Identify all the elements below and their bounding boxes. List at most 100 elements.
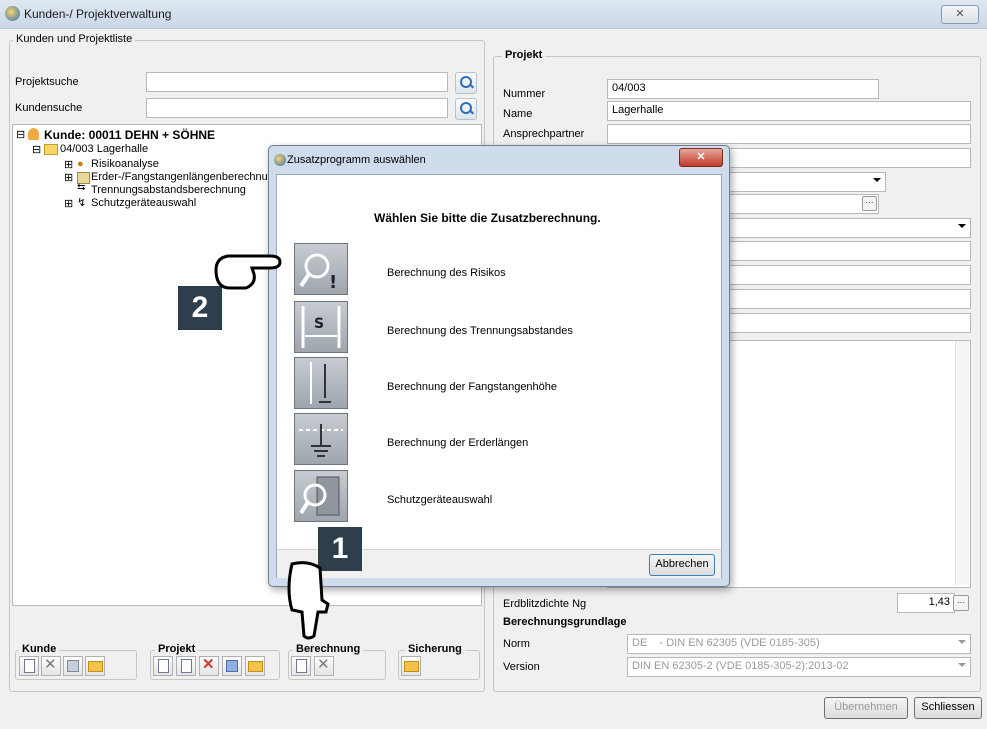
risk-icon[interactable]: ! [294, 243, 348, 295]
save-icon [67, 660, 79, 672]
pointing-hand-right-icon [210, 244, 290, 296]
tree-expander[interactable]: ⊞ [64, 158, 73, 171]
tree-item-risikoanalyse[interactable]: Risikoanalyse [91, 158, 159, 170]
kunde-toolbar-label: Kunde [19, 643, 60, 655]
new-document-icon [158, 659, 169, 673]
nummer-label: Nummer [503, 88, 546, 100]
new-document-icon [296, 659, 307, 673]
separation-icon: ⇆ [77, 182, 86, 193]
tree-project[interactable]: 04/003 Lagerhalle [60, 143, 148, 155]
tree-expander[interactable]: ⊞ [64, 171, 73, 184]
svg-text:S: S [314, 316, 324, 332]
option-earth-electrode[interactable]: Berechnung der Erderlängen [387, 437, 528, 449]
save-project-button[interactable] [222, 656, 242, 676]
name-field[interactable]: Lagerhalle [607, 101, 971, 121]
name-label: Name [503, 108, 533, 120]
surge-protection-icon: ↯ [77, 197, 87, 209]
tree-expander[interactable]: ⊞ [64, 197, 73, 210]
version-value: DIN EN 62305-2 (VDE 0185-305-2):2013-02 [632, 660, 849, 672]
notes-scrollbar[interactable] [955, 341, 969, 585]
svg-text:!: ! [329, 272, 337, 293]
tree-expander[interactable]: ⊟ [16, 128, 25, 141]
tree-item-trennung[interactable]: Trennungsabstandsberechnung [91, 184, 246, 196]
app-icon [274, 154, 286, 166]
ellipsis-button[interactable]: ··· [862, 196, 877, 211]
protection-device-icon[interactable] [294, 470, 348, 522]
erdblitzdichte-value: 1,43 [928, 596, 950, 608]
new-project-button[interactable] [153, 656, 173, 676]
tree-item-erder[interactable]: Erder-/Fangstangenlängenberechnu [91, 171, 268, 183]
chevron-down-icon [958, 640, 966, 644]
customer-project-list-label: Kunden und Projektliste [13, 33, 136, 45]
option-protection-device[interactable]: Schutzgeräteauswahl [387, 494, 492, 506]
chevron-down-icon [958, 663, 966, 667]
folder-open-icon [248, 661, 263, 672]
new-document-icon [24, 659, 35, 673]
separation-distance-icon[interactable]: S [294, 301, 348, 353]
customer-icon [28, 128, 39, 140]
pointing-hand-down-icon [278, 560, 338, 640]
app-icon [5, 6, 20, 21]
save-customer-button[interactable] [63, 656, 83, 676]
earth-electrode-icon[interactable] [294, 413, 348, 465]
select-addon-dialog: Zusatzprogramm auswählen ✕ Wählen Sie bi… [268, 145, 730, 587]
tree-expander[interactable]: ⊟ [32, 143, 41, 156]
backup-folder-icon [404, 661, 419, 672]
new-customer-button[interactable] [19, 656, 39, 676]
dialog-body: Wählen Sie bitte die Zusatzberechnung. !… [276, 174, 722, 578]
folder-icon [44, 144, 58, 155]
ansprechpartner-field[interactable] [607, 124, 971, 144]
tree-item-schutzgeraete[interactable]: Schutzgeräteauswahl [91, 197, 196, 209]
window-close-button[interactable]: ✕ [941, 5, 979, 24]
berechnung-toolbar-label: Berechnung [293, 643, 364, 655]
delete-icon: ✕ [317, 656, 330, 673]
tree-customer[interactable]: Kunde: 00011 DEHN + SÖHNE [44, 128, 215, 142]
delete-customer-button[interactable]: ✕ [41, 656, 61, 676]
customer-search-input[interactable] [146, 98, 448, 118]
project-group-label: Projekt [502, 49, 546, 61]
erdblitzdichte-field[interactable]: 1,43 [897, 593, 955, 613]
window-title: Kunden-/ Projektverwaltung [24, 7, 172, 21]
sicherung-toolbar-label: Sicherung [405, 643, 465, 655]
cancel-button[interactable]: Abbrechen [649, 554, 715, 576]
name-value: Lagerhalle [612, 104, 664, 116]
ellipsis-button[interactable]: ··· [953, 595, 969, 611]
project-search-label: Projektsuche [15, 76, 79, 88]
dialog-close-button[interactable]: ✕ [679, 148, 723, 167]
berechnungsgrundlage-label: Berechnungsgrundlage [503, 616, 627, 628]
delete-calculation-button[interactable]: ✕ [314, 656, 334, 676]
open-project-button[interactable] [245, 656, 265, 676]
ansprechpartner-label: Ansprechpartner [503, 128, 585, 140]
option-separation-distance[interactable]: Berechnung des Trennungsabstandes [387, 325, 573, 337]
option-air-terminal-height[interactable]: Berechnung der Fangstangenhöhe [387, 381, 557, 393]
version-select[interactable]: DIN EN 62305-2 (VDE 0185-305-2):2013-02 [627, 657, 971, 677]
project-search-input[interactable] [146, 72, 448, 92]
project-search-button[interactable] [455, 72, 477, 94]
new-calculation-button[interactable] [291, 656, 311, 676]
save-icon [226, 660, 238, 672]
norm-label: Norm [503, 638, 530, 650]
risk-analysis-icon: ● [77, 158, 84, 170]
copy-project-button[interactable] [176, 656, 196, 676]
version-label: Version [503, 661, 540, 673]
nummer-value: 04/003 [612, 82, 646, 94]
folder-open-icon [88, 661, 103, 672]
dialog-heading: Wählen Sie bitte die Zusatzberechnung. [374, 211, 601, 225]
backup-button[interactable] [401, 656, 421, 676]
delete-icon: ✕ [202, 656, 215, 673]
erdblitzdichte-label: Erdblitzdichte Ng [503, 598, 587, 610]
projekt-toolbar-label: Projekt [155, 643, 199, 655]
nummer-field[interactable]: 04/003 [607, 79, 879, 99]
customer-search-label: Kundensuche [15, 102, 83, 114]
norm-select[interactable]: DE - DIN EN 62305 (VDE 0185-305) [627, 634, 971, 654]
open-customer-button[interactable] [85, 656, 105, 676]
schliessen-button[interactable]: Schliessen [914, 697, 982, 719]
air-terminal-height-icon[interactable] [294, 357, 348, 409]
chevron-down-icon [873, 178, 881, 182]
customer-search-button[interactable] [455, 98, 477, 120]
copy-icon [181, 659, 192, 673]
delete-project-button[interactable]: ✕ [199, 656, 219, 676]
uebernehmen-button[interactable]: Übernehmen [824, 697, 908, 719]
option-risk[interactable]: Berechnung des Risikos [387, 267, 506, 279]
chevron-down-icon [958, 224, 966, 228]
